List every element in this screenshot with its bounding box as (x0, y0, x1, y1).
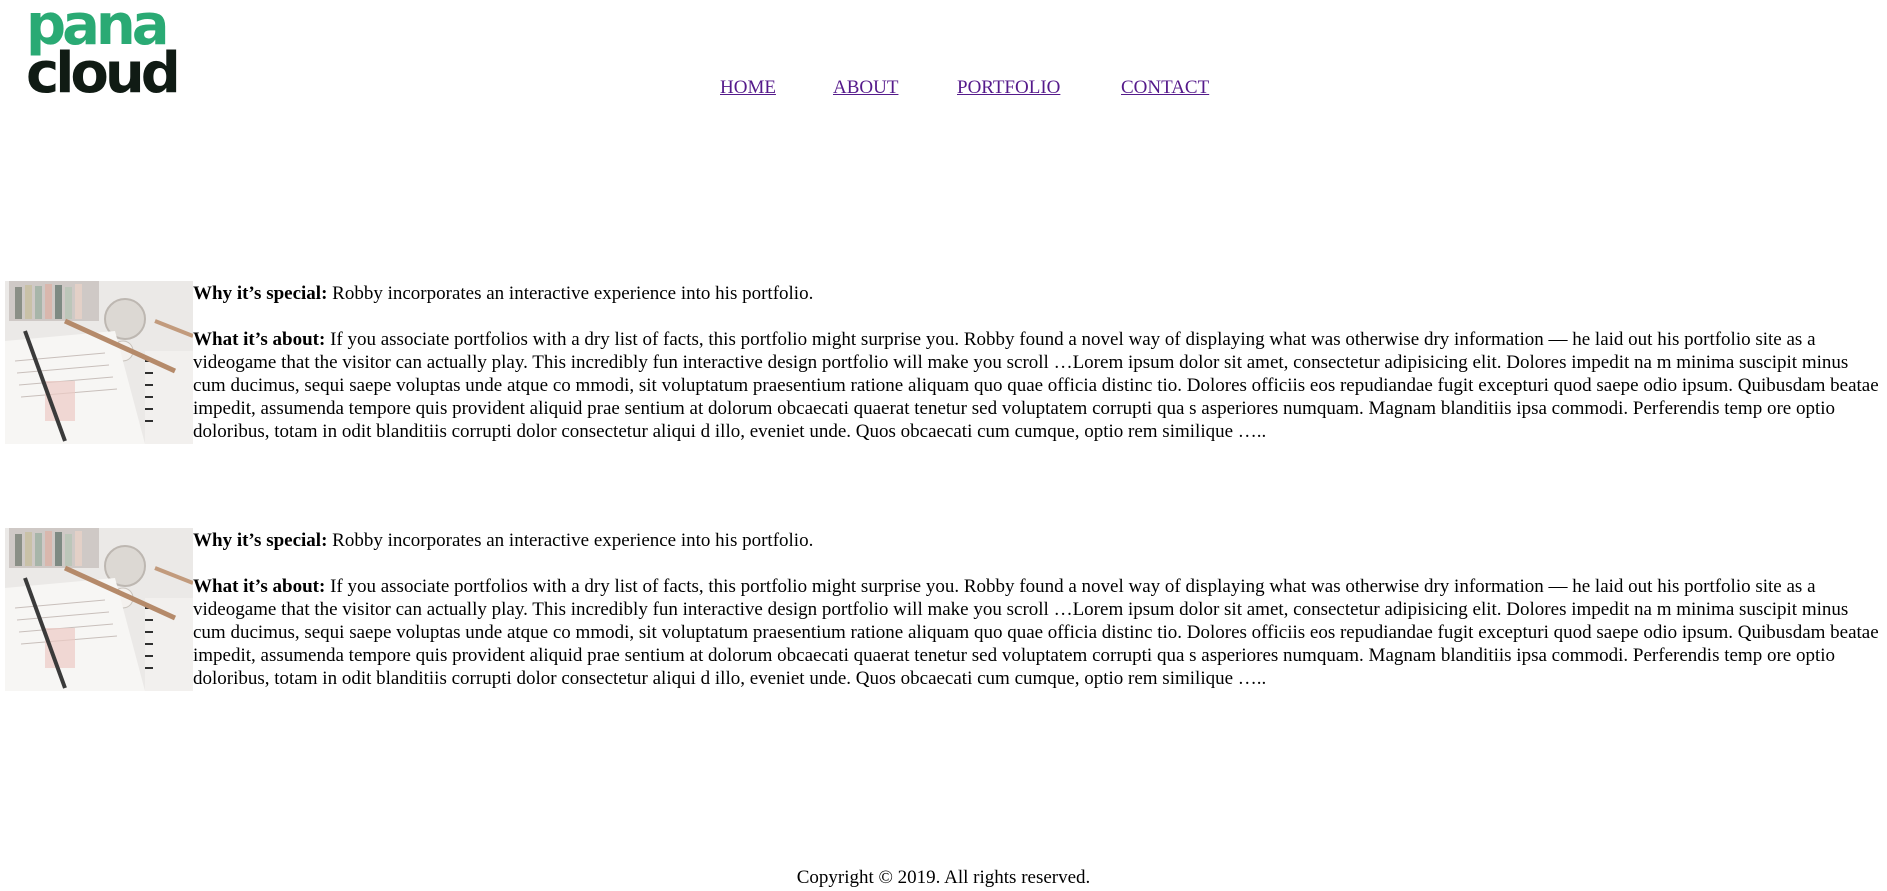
article-image (5, 281, 193, 444)
article-special: Why it’s special: Robby incorporates an … (193, 529, 1883, 552)
nav-link-home[interactable]: HOME (720, 77, 776, 98)
article-about: What it’s about: If you associate portfo… (193, 575, 1883, 690)
portfolio-article: Why it’s special: Robby incorporates an … (5, 528, 1883, 691)
main-nav: HOME ABOUT PORTFOLIO CONTACT (0, 77, 1887, 101)
article-image (5, 528, 193, 691)
nav-link-contact[interactable]: CONTACT (1121, 77, 1209, 98)
desk-stationery-photo (5, 528, 193, 691)
special-text: Robby incorporates an interactive experi… (327, 283, 814, 304)
special-label: Why it’s special: (193, 530, 328, 551)
nav-item-home: HOME (720, 77, 776, 99)
article-text: Why it’s special: Robby incorporates an … (193, 528, 1883, 690)
about-text: If you associate portfolios with a dry l… (193, 329, 1879, 442)
footer-copyright: Copyright © 2019. All rights reserved. (796, 867, 1091, 888)
article-about: What it’s about: If you associate portfo… (193, 328, 1883, 443)
nav-link-portfolio[interactable]: PORTFOLIO (957, 77, 1060, 98)
special-label: Why it’s special: (193, 283, 328, 304)
nav-link-about[interactable]: ABOUT (833, 77, 898, 98)
nav-item-contact: CONTACT (1121, 77, 1209, 99)
desk-stationery-photo (5, 281, 193, 444)
nav-item-about: ABOUT (833, 77, 898, 99)
special-text: Robby incorporates an interactive experi… (327, 530, 814, 551)
article-special: Why it’s special: Robby incorporates an … (193, 282, 1883, 305)
article-text: Why it’s special: Robby incorporates an … (193, 281, 1883, 443)
about-label: What it’s about: (193, 329, 326, 350)
about-label: What it’s about: (193, 576, 326, 597)
portfolio-article: Why it’s special: Robby incorporates an … (5, 281, 1883, 444)
nav-item-portfolio: PORTFOLIO (957, 77, 1060, 99)
about-text: If you associate portfolios with a dry l… (193, 576, 1879, 689)
page: pana cloud HOME ABOUT PORTFOLIO CONTACT (0, 0, 1887, 891)
